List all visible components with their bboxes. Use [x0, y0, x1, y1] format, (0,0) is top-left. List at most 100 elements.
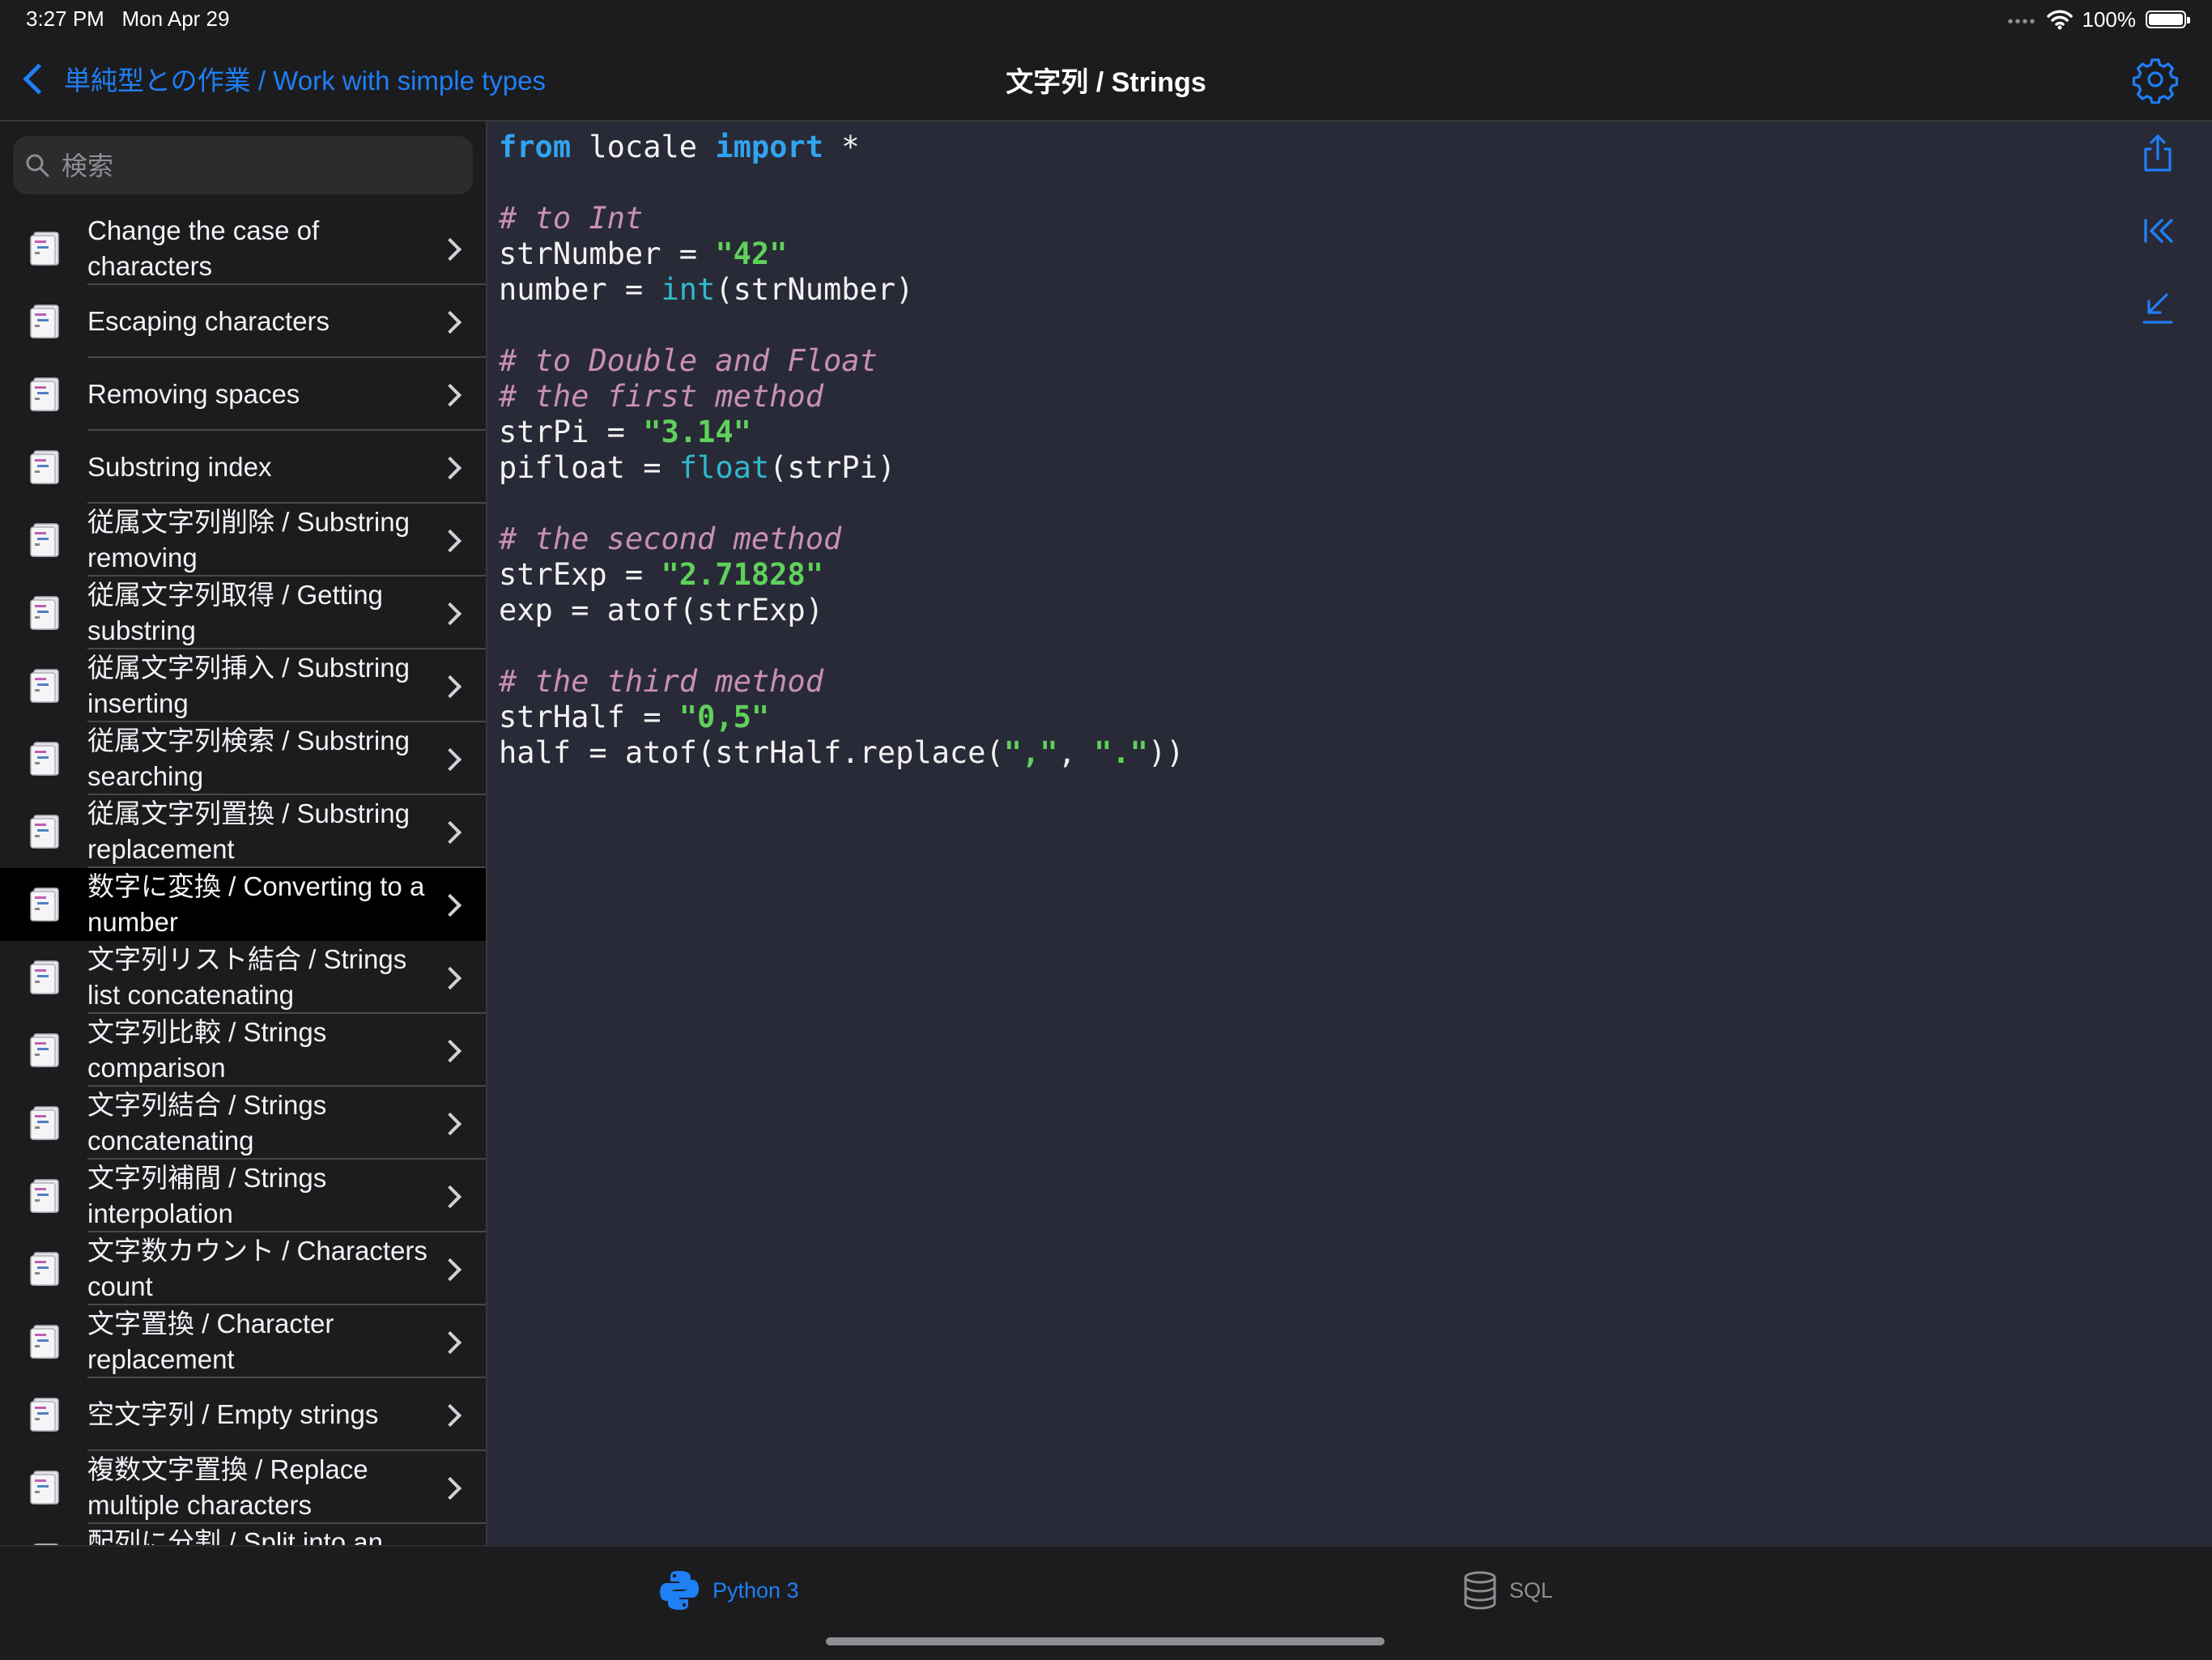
- list-item[interactable]: Escaping characters: [0, 285, 486, 358]
- tab-sql[interactable]: SQL: [1462, 1566, 1553, 1615]
- list-item[interactable]: Removing spaces: [0, 358, 486, 431]
- code-line: half = atof(strHalf.replace(",", ".")): [499, 735, 1185, 771]
- func-code-doc-icon: [30, 1325, 59, 1359]
- home-indicator: [826, 1637, 1385, 1645]
- sidebar: Change the case of characters Escaping cha…: [0, 121, 487, 1545]
- code-token: half = atof(strHalf.replace(: [499, 735, 1004, 770]
- code-view[interactable]: from locale import * # to Int strNumber = …: [487, 121, 2212, 1545]
- list-item[interactable]: Change the case of characters: [0, 212, 486, 285]
- chevron-right-icon: [438, 893, 462, 917]
- list-item[interactable]: 文字列比較 / Strings comparison: [0, 1014, 486, 1087]
- code-line: strHalf = "0,5": [499, 700, 1185, 735]
- database-icon: [1464, 1571, 1496, 1610]
- list-item-text-line: 文字列補間 / Strings: [87, 1163, 327, 1193]
- func-code-doc-icon: [30, 742, 59, 776]
- list-item[interactable]: 数字に変換 / Converting to a number: [0, 868, 486, 941]
- code-line: strNumber = "42": [499, 236, 1185, 272]
- list-item-label: 文字置換 / Character replacement: [87, 1306, 440, 1377]
- chevron-right-icon: [438, 237, 462, 262]
- list-item-text-line: 空文字列 / Empty strings: [87, 1399, 379, 1429]
- code-token: # the third method: [499, 664, 823, 699]
- code-token: ,: [1057, 735, 1095, 770]
- code-line: number = int(strNumber): [499, 272, 1185, 308]
- chevron-right-icon: [438, 602, 462, 626]
- list-item-label: 空文字列 / Empty strings: [87, 1397, 440, 1432]
- func-code-doc-icon: [30, 815, 59, 849]
- code-line: strExp = "2.71828": [499, 557, 1185, 593]
- list-item[interactable]: 複数文字置換 / Replace multiple characters: [0, 1451, 486, 1524]
- list-item[interactable]: 空文字列 / Empty strings: [0, 1378, 486, 1451]
- list-item[interactable]: 文字置換 / Character replacement: [0, 1305, 486, 1378]
- code-token: # the second method: [499, 521, 842, 556]
- code-token: # the first method: [499, 379, 823, 414]
- list-item[interactable]: 文字列リスト結合 / Strings list concatenating: [0, 941, 486, 1014]
- code-line: from locale import *: [499, 130, 1185, 165]
- topic-list: Change the case of characters Escaping cha…: [0, 212, 486, 1545]
- list-item-text-line: replacement: [87, 1344, 235, 1374]
- list-item[interactable]: 文字数カウント / Characters count: [0, 1232, 486, 1305]
- func-code-doc-icon: [30, 1398, 59, 1432]
- list-item-label: 従属文字列削除 / Substring removing: [87, 504, 440, 576]
- func-code-doc-icon: [30, 450, 59, 484]
- list-item-text-line: 数字に変換 / Converting to a: [87, 871, 425, 901]
- chevron-right-icon: [438, 310, 462, 334]
- list-item-text-line: 文字置換 / Character: [87, 1309, 334, 1339]
- tab-python-3[interactable]: Python 3: [657, 1566, 799, 1615]
- search-input[interactable]: [60, 136, 468, 196]
- code-token: number =: [499, 272, 661, 307]
- list-item-text-line: Substring index: [87, 452, 272, 482]
- battery-icon: [2146, 11, 2190, 28]
- list-item[interactable]: 従属文字列置換 / Substring replacement: [0, 795, 486, 868]
- list-item-text-line: substring: [87, 615, 196, 645]
- list-item[interactable]: 従属文字列検索 / Substring searching: [0, 722, 486, 795]
- list-item-label: 文字列リスト結合 / Strings list concatenating: [87, 942, 440, 1013]
- list-item[interactable]: Substring index: [0, 431, 486, 504]
- func-code-doc-icon: [30, 377, 59, 411]
- list-item[interactable]: 文字列結合 / Strings concatenating: [0, 1087, 486, 1160]
- go-first-icon[interactable]: [2136, 209, 2180, 253]
- code-token: )): [1147, 735, 1185, 770]
- list-item-label: 従属文字列検索 / Substring searching: [87, 723, 440, 794]
- code-token: # to Int: [499, 201, 644, 236]
- code-token: pifloat =: [499, 450, 679, 485]
- collapse-arrow-icon[interactable]: [2136, 287, 2180, 330]
- gear-icon[interactable]: [2131, 55, 2180, 104]
- list-item-text-line: concatenating: [87, 1126, 254, 1156]
- code-token: import: [715, 130, 823, 164]
- code-line: # the third method: [499, 664, 1185, 700]
- list-item-text-line: 複数文字置換 / Replace: [87, 1454, 368, 1484]
- code-token: int: [661, 272, 716, 307]
- code-line: # the first method: [499, 379, 1185, 415]
- list-item[interactable]: 文字列補間 / Strings interpolation: [0, 1160, 486, 1232]
- list-item-label: Substring index: [87, 449, 440, 485]
- chevron-right-icon: [438, 747, 462, 772]
- python-icon: [660, 1571, 699, 1610]
- tab-python-3-label: Python 3: [713, 1577, 799, 1603]
- code-token: "42": [715, 236, 788, 271]
- cellular-dots-icon: ••••: [2007, 12, 2037, 31]
- list-item-text-line: number: [87, 907, 178, 937]
- status-time: 3:27 PM Mon Apr 29: [26, 6, 230, 31]
- chevron-right-icon: [438, 1258, 462, 1282]
- list-item-text-line: searching: [87, 761, 204, 791]
- func-code-doc-icon: [30, 1252, 59, 1286]
- list-item[interactable]: 従属文字列削除 / Substring removing: [0, 504, 486, 577]
- list-item-label: 文字数カウント / Characters count: [87, 1233, 440, 1305]
- list-item-text-line: removing: [87, 543, 198, 572]
- list-item-label: Removing spaces: [87, 377, 440, 412]
- list-item[interactable]: 配列に分割 / Split into anarray: [0, 1524, 486, 1545]
- code-text: from locale import * # to Int strNumber = …: [499, 130, 1185, 771]
- chevron-right-icon: [438, 529, 462, 553]
- func-code-doc-icon: [30, 887, 59, 922]
- list-item-label: Change the case of characters: [87, 213, 440, 284]
- code-token: float: [678, 450, 770, 485]
- list-item[interactable]: 従属文字列取得 / Getting substring: [0, 577, 486, 649]
- list-item[interactable]: 従属文字列挿入 / Substring inserting: [0, 649, 486, 722]
- chevron-right-icon: [438, 966, 462, 990]
- func-code-doc-icon: [30, 1179, 59, 1213]
- status-bar: 3:27 PM Mon Apr 29 •••• 100%: [0, 0, 2212, 39]
- code-token: exp = atof(strExp): [499, 593, 823, 628]
- share-icon[interactable]: [2136, 131, 2180, 175]
